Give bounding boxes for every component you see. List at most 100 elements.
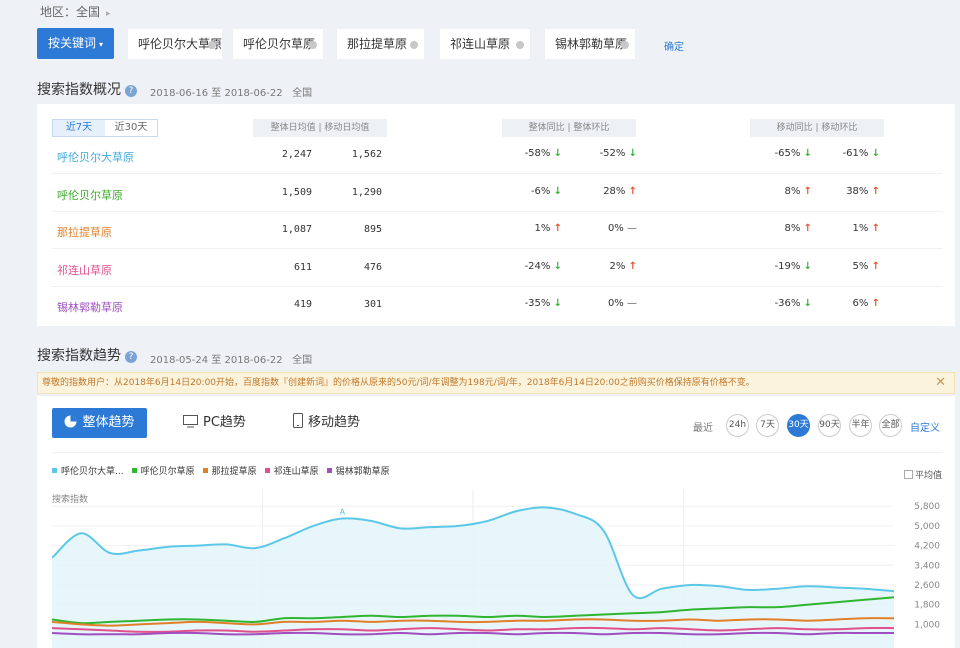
- arrow-up-icon: ↑: [628, 260, 637, 272]
- arrow-up-icon: ↑: [871, 185, 880, 197]
- overall-mom: 28% ↑: [577, 186, 637, 197]
- range-30d[interactable]: 30天: [787, 414, 810, 437]
- trend-chart[interactable]: 5,800 5,000 4,200 3,400 2,600 1,800 1,000 A: [52, 489, 942, 648]
- overall-mom-value: 0%: [607, 223, 624, 234]
- legend-item[interactable]: 呼伦贝尔草原: [131, 464, 195, 477]
- overview-panel: 近7天 近30天 整体日均值 | 移动日均值 整体同比 | 整体环比 移动同比 …: [37, 104, 955, 326]
- remove-icon[interactable]: [516, 41, 524, 49]
- arrow-down-icon: ↓: [803, 260, 812, 272]
- table-row: 呼伦贝尔草原 1,509 1,290 -6% ↓ 28% ↑ 8% ↑ 38% ↑: [52, 175, 942, 212]
- mode-overall-button[interactable]: 整体趋势: [52, 408, 147, 438]
- checkbox[interactable]: [903, 470, 913, 479]
- mode-mobile-button[interactable]: 移动趋势: [293, 408, 360, 438]
- range-7d[interactable]: 7天: [756, 414, 779, 437]
- overall-mom-value: 0%: [607, 298, 624, 309]
- keyword-chip[interactable]: 锡林郭勒草原: [545, 29, 635, 59]
- arrow-up-icon: ↑: [803, 185, 812, 197]
- average-label: 平均值: [914, 471, 942, 481]
- overall-yoy: -24% ↓: [502, 261, 562, 272]
- overall-yoy: 1% ↑: [502, 223, 562, 234]
- keyword-chip[interactable]: 那拉提草原: [337, 29, 424, 59]
- row-keyword[interactable]: 锡林郭勒草原: [57, 299, 123, 315]
- mobile-avg: 1,290: [351, 186, 382, 198]
- chart-legend: 呼伦贝尔大草... 呼伦贝尔草原 那拉提草原 祁连山草原 锡林郭勒草原: [52, 464, 398, 477]
- average-toggle[interactable]: 平均值: [903, 468, 942, 481]
- mobile-yoy-value: -19%: [774, 260, 801, 272]
- tab-30-days[interactable]: 近30天: [105, 120, 157, 136]
- close-icon[interactable]: ✕: [935, 373, 946, 393]
- table-row: 锡林郭勒草原 419 301 -35% ↓ 0% — -36% ↓ 6% ↑: [52, 287, 942, 324]
- tab-7-days[interactable]: 近7天: [53, 120, 105, 136]
- overall-yoy-value: -24%: [524, 260, 551, 272]
- legend-item[interactable]: 那拉提草原: [202, 464, 257, 477]
- legend-label: 呼伦贝尔草原: [140, 467, 195, 477]
- legend-swatch: [131, 468, 137, 473]
- keyword-chip-label: 呼伦贝尔草原: [243, 37, 316, 51]
- peak-marker[interactable]: A: [340, 508, 346, 517]
- mobile-avg: 1,562: [351, 149, 382, 160]
- mobile-mom: 1% ↑: [820, 223, 880, 234]
- trend-area: 全国: [292, 355, 313, 366]
- header-mobile-change: 移动同比 | 移动环比: [750, 119, 884, 137]
- y-tick-label: 4,200: [914, 542, 940, 552]
- remove-icon[interactable]: [309, 41, 317, 49]
- legend-item[interactable]: 祁连山草原: [264, 464, 319, 477]
- keyword-mode-button[interactable]: 按关键词 ▾: [37, 28, 114, 59]
- mobile-mom-value: -61%: [842, 148, 869, 159]
- row-keyword[interactable]: 呼伦贝尔草原: [57, 187, 123, 203]
- remove-icon[interactable]: [621, 41, 629, 49]
- row-keyword[interactable]: 祁连山草原: [57, 262, 112, 278]
- overall-mom: 0% —: [577, 298, 637, 309]
- overall-mom: -52% ↓: [577, 148, 637, 159]
- keyword-chip[interactable]: 呼伦贝尔草原: [233, 29, 323, 59]
- keyword-chip[interactable]: 祁连山草原: [440, 29, 530, 59]
- remove-icon[interactable]: [410, 41, 418, 49]
- region-label: 地区：全国: [40, 5, 101, 19]
- help-icon[interactable]: ?: [125, 351, 137, 363]
- mobile-mom-value: 5%: [852, 260, 869, 272]
- arrow-down-icon: ↓: [553, 260, 562, 272]
- keyword-chip-label: 锡林郭勒草原: [555, 37, 628, 51]
- range-24h[interactable]: 24h: [726, 414, 749, 437]
- mobile-yoy-value: -36%: [774, 298, 801, 309]
- range-90d[interactable]: 90天: [818, 414, 841, 437]
- help-icon[interactable]: ?: [125, 85, 137, 97]
- chevron-right-icon: ▸: [106, 9, 111, 19]
- legend-swatch: [326, 468, 332, 473]
- arrow-up-icon: ↑: [871, 260, 880, 272]
- mobile-yoy-value: 8%: [784, 185, 801, 197]
- mobile-yoy-value: 8%: [784, 223, 801, 234]
- monitor-icon: [183, 410, 198, 440]
- caret-down-icon: ▾: [99, 40, 104, 49]
- custom-range-link[interactable]: 自定义: [910, 419, 940, 434]
- header-daily-avg: 整体日均值 | 移动日均值: [253, 119, 387, 137]
- divider: [52, 452, 942, 453]
- legend-item[interactable]: 呼伦贝尔大草...: [52, 464, 124, 477]
- arrow-up-icon: ↑: [871, 223, 880, 234]
- trend-panel: 整体趋势 PC趋势 移动趋势 最近 24h 7天 30天 90天 半年 全部 自…: [37, 396, 955, 648]
- arrow-down-icon: ↓: [553, 298, 562, 309]
- trend-title: 搜索指数趋势?: [37, 345, 137, 365]
- legend-item[interactable]: 锡林郭勒草原: [326, 464, 390, 477]
- y-tick-label: 5,800: [914, 502, 940, 512]
- region-selector[interactable]: 地区：全国 ▸: [40, 3, 111, 20]
- y-tick-label: 5,000: [914, 522, 940, 532]
- keyword-mode-label: 按关键词: [47, 36, 96, 50]
- total-avg: 2,247: [281, 149, 312, 160]
- range-label: 最近: [693, 423, 713, 434]
- mobile-yoy: -36% ↓: [752, 298, 812, 309]
- row-keyword[interactable]: 那拉提草原: [57, 224, 112, 240]
- keyword-chip[interactable]: 呼伦贝尔大草原: [128, 29, 222, 59]
- range-all[interactable]: 全部: [879, 414, 902, 437]
- range-half-year[interactable]: 半年: [849, 414, 872, 437]
- mobile-avg: 895: [363, 224, 382, 235]
- mode-pc-button[interactable]: PC趋势: [183, 408, 246, 438]
- remove-icon[interactable]: [208, 41, 216, 49]
- mobile-mom: 38% ↑: [820, 186, 880, 197]
- keyword-chip-label: 祁连山草原: [450, 37, 511, 51]
- row-keyword[interactable]: 呼伦贝尔大草原: [57, 149, 134, 165]
- mobile-mom: 5% ↑: [820, 261, 880, 272]
- overall-mom-value: -52%: [599, 148, 626, 159]
- confirm-link[interactable]: 确定: [664, 38, 684, 53]
- y-tick-label: 1,800: [914, 601, 940, 611]
